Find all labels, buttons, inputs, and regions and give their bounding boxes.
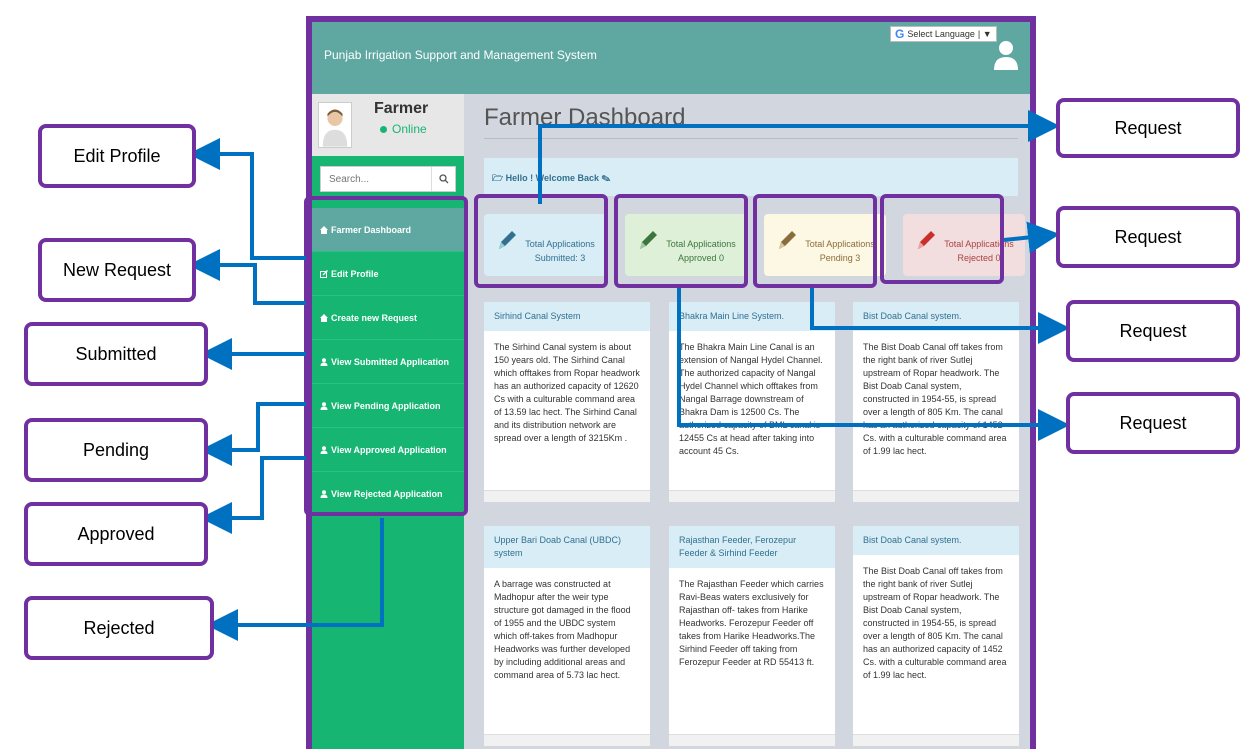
annotation-text: Request [1119,320,1187,341]
card-footer [669,490,835,502]
top-bar: Punjab Irrigation Support and Management… [312,22,1030,94]
info-card: Bist Doab Canal system. The Bist Doab Ca… [853,302,1019,502]
welcome-text: Hello ! Welcome Back [505,173,600,183]
welcome-banner: 🗁 Hello ! Welcome Back ✎ [484,158,1018,196]
avatar [318,102,352,148]
card-body: The Rajasthan Feeder which carries Ravi-… [679,579,824,667]
annotation-new-request: New Request [38,238,196,302]
annotation-text: Request [1114,226,1182,247]
annotation-approved: Approved [24,502,208,566]
profile-name: Farmer [374,100,429,117]
user-account-icon[interactable] [992,40,1020,70]
info-card: Upper Bari Doab Canal (UBDC) system A ba… [484,526,650,746]
annotation-text: Edit Profile [73,145,161,166]
annotation-request: Request [1056,98,1240,158]
submitted-highlight [474,194,608,288]
annotation-text: Rejected [83,617,155,638]
card-title: Sirhind Canal System [484,302,650,331]
card-body: The Bhakra Main Line Canal is an extensi… [679,342,823,456]
annotation-pending: Pending [24,418,208,482]
card-title: Upper Bari Doab Canal (UBDC) system [484,526,650,568]
search-input[interactable] [321,167,431,191]
annotation-request: Request [1066,392,1240,454]
card-footer [484,734,650,746]
pending-highlight [753,194,877,288]
annotation-request: Request [1066,300,1240,362]
card-body: A barrage was constructed at Madhopur af… [494,579,631,680]
info-card: Sirhind Canal System The Sirhind Canal s… [484,302,650,502]
card-title: Bist Doab Canal system. [853,526,1019,555]
annotation-edit-profile: Edit Profile [38,124,196,188]
annotated-screenshot: Punjab Irrigation Support and Management… [0,0,1240,749]
annotation-submitted: Submitted [24,322,208,386]
card-footer [853,490,1019,502]
approved-highlight [614,194,748,288]
card-footer [669,734,835,746]
info-card: Bist Doab Canal system. The Bist Doab Ca… [853,526,1019,746]
arrow-edit-profile [188,138,306,260]
card-title: Rajasthan Feeder, Ferozepur Feeder & Sir… [669,526,835,568]
info-card: Bhakra Main Line System. The Bhakra Main… [669,302,835,502]
user-panel: Farmer Online [312,94,464,156]
card-body: The Bist Doab Canal off takes from the r… [863,566,1007,680]
pencil-icon: ✎ [599,173,611,183]
card-footer [484,490,650,502]
info-card: Rajasthan Feeder, Ferozepur Feeder & Sir… [669,526,835,746]
annotation-text: New Request [62,259,172,280]
annotation-text: Request [1114,117,1182,138]
language-selector[interactable]: G Select Language | ▼ [890,26,997,42]
online-status: Online [380,122,427,136]
card-body: The Bist Doab Canal off takes from the r… [863,342,1007,456]
google-icon: G [895,27,905,41]
folder-icon: 🗁 [492,173,506,183]
annotation-text: Request [1119,412,1187,433]
rejected-highlight [880,194,1004,284]
annotation-request: Request [1056,206,1240,268]
menu-highlight [304,196,468,516]
annotation-text: Submitted [75,343,157,364]
arrow-new-request [188,249,306,305]
arrow-approved [200,456,306,534]
card-footer [853,734,1019,746]
app-title: Punjab Irrigation Support and Management… [324,48,597,62]
arrow-pending [200,402,306,466]
annotation-text: Pending [82,439,150,460]
language-label: Select Language [907,29,975,39]
chevron-down-icon: | ▼ [977,29,992,39]
card-title: Bhakra Main Line System. [669,302,835,331]
divider [484,138,1018,139]
card-body: The Sirhind Canal system is about 150 ye… [494,342,640,443]
main-content: Farmer Dashboard 🗁 Hello ! Welcome Back … [464,94,1030,749]
card-title: Bist Doab Canal system. [853,302,1019,331]
page-title: Farmer Dashboard [484,104,686,131]
search-button[interactable] [431,167,455,191]
search-box [320,166,456,192]
search-icon [438,174,448,184]
annotation-rejected: Rejected [24,596,214,660]
annotation-text: Approved [77,523,155,544]
